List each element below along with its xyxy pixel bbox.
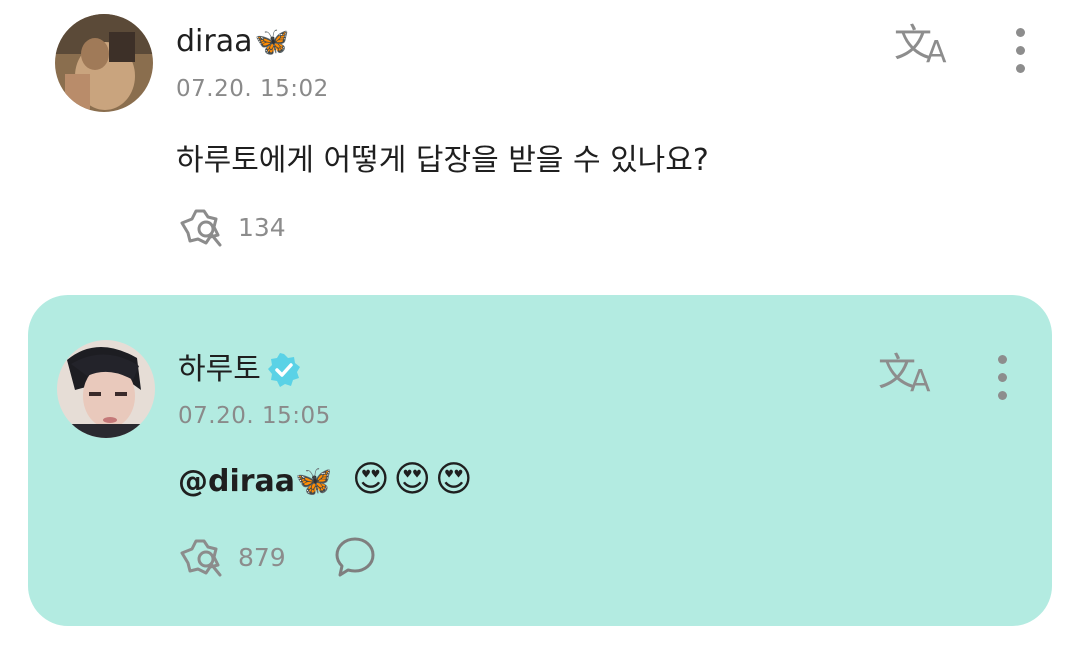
translate-icon[interactable]: 文A bbox=[894, 24, 947, 68]
mention-link[interactable]: @diraa🦋 bbox=[178, 464, 332, 499]
dot bbox=[1016, 46, 1025, 55]
author-name[interactable]: diraa 🦋 bbox=[176, 27, 289, 57]
reply-text: @diraa🦋 😍😍😍 bbox=[178, 459, 477, 500]
dot bbox=[998, 391, 1007, 400]
verified-badge-icon bbox=[267, 353, 300, 387]
like-count: 879 bbox=[238, 542, 286, 572]
reply-card: 하루토 07.20. 15:05 文A @diraa🦋 😍😍😍 879 bbox=[28, 295, 1052, 626]
like-count: 134 bbox=[238, 212, 286, 242]
like-icon bbox=[180, 539, 222, 577]
timestamp: 07.20. 15:05 bbox=[178, 403, 331, 429]
dot bbox=[998, 373, 1007, 382]
like-icon bbox=[180, 209, 222, 247]
avatar[interactable] bbox=[57, 340, 155, 438]
butterfly-emoji: 🦋 bbox=[254, 25, 290, 58]
more-options-icon[interactable] bbox=[1016, 28, 1026, 73]
translate-icon[interactable]: 文A bbox=[878, 353, 931, 397]
author-name[interactable]: 하루토 bbox=[178, 353, 301, 387]
timestamp: 07.20. 15:02 bbox=[176, 76, 329, 102]
dot bbox=[1016, 28, 1025, 37]
comment-icon bbox=[335, 537, 375, 577]
like-button[interactable]: 134 bbox=[178, 205, 286, 249]
post-text: 하루토에게 어떻게 답장을 받을 수 있나요? bbox=[176, 143, 709, 178]
translate-icon-glyph: 文A bbox=[878, 350, 931, 399]
author-name-text: 하루토 bbox=[178, 352, 261, 387]
translate-icon-glyph: 文A bbox=[894, 21, 947, 70]
emoji-text: 😍😍😍 bbox=[351, 459, 477, 500]
dot bbox=[1016, 64, 1025, 73]
more-options-icon[interactable] bbox=[998, 355, 1008, 400]
avatar[interactable] bbox=[55, 14, 153, 112]
post-card: diraa 🦋 07.20. 15:02 文A 하루토에게 어떻게 답장을 받을… bbox=[0, 0, 1080, 280]
like-button[interactable]: 879 bbox=[178, 535, 286, 579]
dot bbox=[998, 355, 1007, 364]
comment-button[interactable] bbox=[333, 535, 377, 579]
author-name-text: diraa bbox=[176, 24, 253, 59]
